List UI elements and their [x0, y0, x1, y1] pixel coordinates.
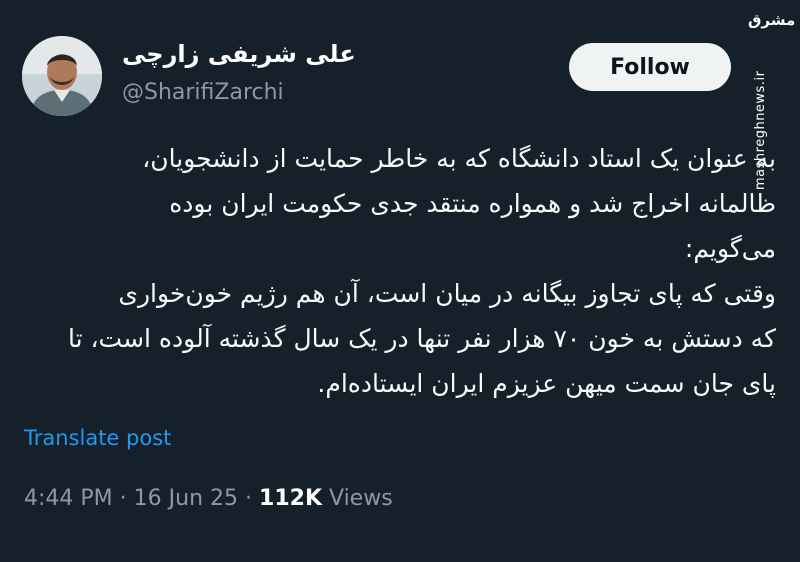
tweet-text: به عنوان یک استاد دانشگاه که به خاطر حما…	[36, 136, 776, 406]
follow-button[interactable]: Follow	[569, 43, 731, 91]
tweet-metadata: 4:44 PM · 16 Jun 25 · 112K Views	[24, 486, 393, 511]
tweet-line: به عنوان یک استاد دانشگاه که به خاطر حما…	[142, 144, 776, 173]
meta-separator: ·	[119, 486, 127, 511]
author-handle[interactable]: @SharifiZarchi	[122, 80, 284, 105]
tweet-line: که دستش به خون ۷۰ هزار نفر تنها در یک سا…	[67, 324, 776, 353]
views-label: Views	[329, 486, 393, 511]
translate-post-link[interactable]: Translate post	[24, 426, 171, 450]
tweet-line: وقتی که پای تجاوز بیگانه در میان است، آن…	[118, 279, 776, 308]
watermark-logo: مشرق	[748, 12, 795, 44]
tweet-line: می‌گویم:	[684, 234, 776, 263]
watermark-logo-text: مشرق	[748, 11, 796, 29]
avatar-photo	[22, 36, 102, 116]
meta-separator: ·	[245, 486, 253, 511]
tweet-line: ظالمانه اخراج شد و همواره منتقد جدی حکوم…	[169, 189, 776, 218]
post-time[interactable]: 4:44 PM	[24, 486, 113, 511]
tweet-line: پای جان سمت میهن عزیزم ایران ایستاده‌ام.	[317, 369, 776, 398]
avatar[interactable]	[22, 36, 102, 116]
views-count[interactable]: 112K	[259, 486, 322, 511]
author-display-name[interactable]: علی شریفی زارچی	[122, 40, 356, 68]
post-date[interactable]: 16 Jun 25	[134, 486, 238, 511]
